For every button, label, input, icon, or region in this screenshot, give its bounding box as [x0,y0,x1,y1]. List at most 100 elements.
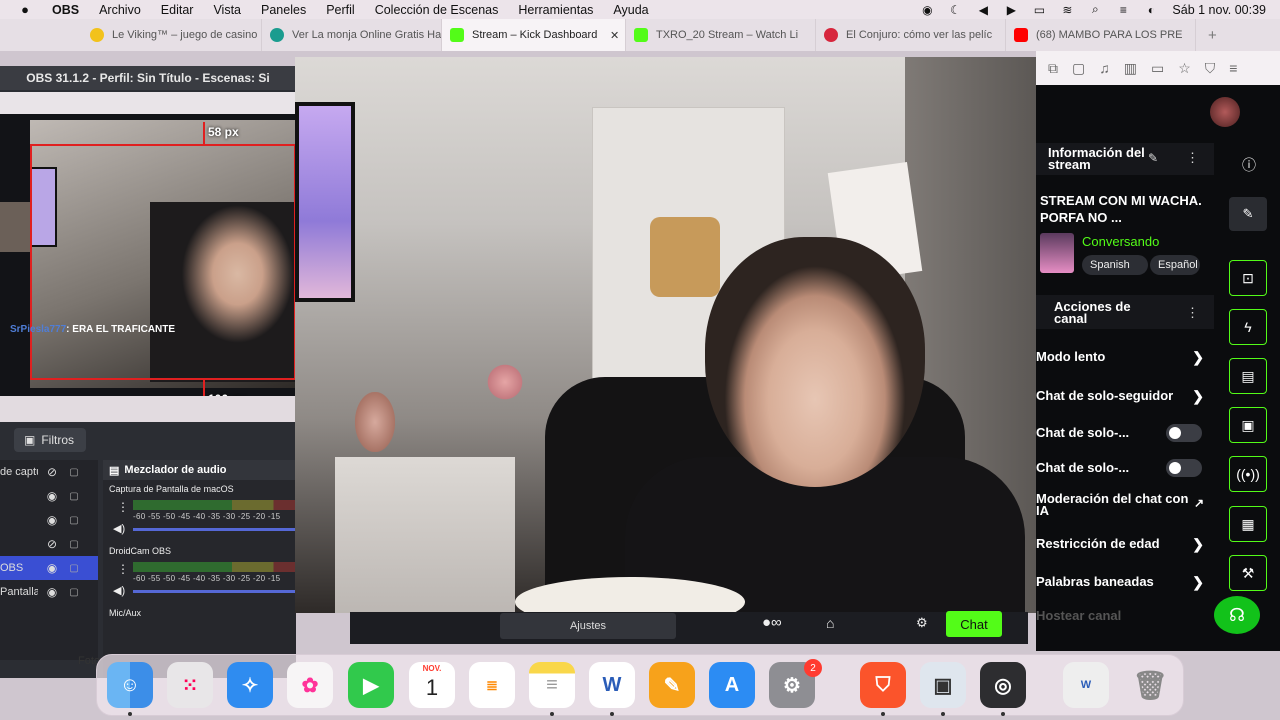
store-icon[interactable]: ⌂ [826,615,834,631]
info-icon[interactable]: ⓘ [1242,155,1256,175]
close-tab-icon[interactable]: ✕ [610,29,619,42]
tab-le-viking[interactable]: Le Viking™ – juego de casino [82,19,262,51]
action-followers-only[interactable]: Chat de solo-seguidor ❯ [1036,389,1206,403]
chat-button[interactable]: Chat [946,611,1002,637]
support-headset-button[interactable]: ☊ [1214,596,1260,634]
category-label[interactable]: Conversando [1082,234,1159,249]
gear-icon[interactable]: ⚙ [916,615,928,631]
safari-icon[interactable]: ✧ [227,662,273,708]
edit-rail-button[interactable]: ✎ [1229,197,1267,231]
filters-button[interactable]: ▣ Filtros [14,428,86,452]
menu-item-paneles[interactable]: Paneles [261,3,306,17]
source-selection-box[interactable] [30,144,296,380]
action-subscribers-only[interactable]: Chat de solo-... [1036,424,1206,442]
wallet-icon[interactable]: ▭ [1151,60,1164,77]
menu-item-herramientas[interactable]: Herramientas [518,3,593,17]
reminders-icon[interactable]: ≣ [469,662,515,708]
wifi-icon[interactable]: ≋ [1060,3,1074,17]
emote-infinity-icon[interactable]: ●∞ [762,614,782,631]
rail-chat-button[interactable]: ▣ [1229,407,1267,443]
brave-icon[interactable]: ⛉ [860,662,906,708]
notes-icon[interactable]: ≡ [529,662,575,708]
menu-app-name[interactable]: OBS [52,3,79,17]
music-icon[interactable]: ♫ [1099,60,1110,76]
moon-icon[interactable]: ☾ [948,3,962,17]
eye-icon[interactable]: ◉ [44,585,60,599]
action-emotes-only[interactable]: Chat de solo-... [1036,459,1206,477]
rail-tools-button[interactable]: ⚒ [1229,555,1267,591]
more-icon[interactable]: ⋮ [117,562,129,576]
source-row[interactable]: de captu ⊘ ▢ [0,460,98,484]
rail-broadcast-button[interactable]: ((•)) [1229,456,1267,492]
action-host-channel[interactable]: Hostear canal [1036,609,1206,622]
speaker-icon[interactable]: ◀) [113,522,125,535]
lock-icon[interactable]: ▢ [68,491,80,502]
obs-status-icon[interactable]: ◉ [920,3,934,17]
pencil-icon[interactable]: ✎ [1148,151,1158,165]
avatar[interactable] [1210,97,1240,127]
preview-app-icon[interactable]: ▣ [920,662,966,708]
control-center-icon[interactable]: ≡ [1116,3,1130,17]
bookmark-icon[interactable]: ☆ [1178,60,1191,77]
speaker-icon[interactable]: ◀) [113,584,125,597]
rail-capture-button[interactable]: ⊡ [1229,260,1267,296]
more-icon[interactable]: ⋮ [1186,150,1199,166]
source-row-selected[interactable]: OBS ◉ ▢ [0,556,98,580]
tab-mambo[interactable]: (68) MAMBO PARA LOS PRE [1006,19,1196,51]
source-row[interactable]: ⊘ ▢ [0,532,98,556]
finder-icon[interactable]: ☺ [107,662,153,708]
extension-icon[interactable]: ⧉ [1048,60,1058,77]
menu-item-perfil[interactable]: Perfil [326,3,354,17]
action-age-restriction[interactable]: Restricción de edad ❯ [1036,537,1206,551]
source-row[interactable]: ◉ ▢ [0,484,98,508]
new-tab-icon[interactable]: + [1208,27,1217,44]
lock-icon[interactable]: ▢ [68,539,80,550]
extensions-icon[interactable]: ▢ [1072,60,1085,77]
action-slow-mode[interactable]: Modo lento ❯ [1036,350,1206,364]
lock-icon[interactable]: ▢ [68,587,80,598]
menu-item-vista[interactable]: Vista [213,3,241,17]
more-icon[interactable]: ⋮ [1186,305,1199,321]
eye-icon[interactable]: ◉ [44,561,60,575]
lock-icon[interactable]: ▢ [68,563,80,574]
play-icon[interactable]: ▶ [1004,3,1018,17]
app-store-icon[interactable]: A [709,662,755,708]
tab-la-monja[interactable]: Ver La monja Online Gratis Ha [262,19,442,51]
settings-button[interactable]: Ajustes [500,613,676,639]
obs-preview[interactable]: 58 px 106 px SrPiesla777: ERA EL TRAFICA… [0,92,296,422]
eye-icon[interactable]: ◉ [44,489,60,503]
source-row[interactable]: Pantalla ◉ ▢ [0,580,98,604]
trash-icon[interactable]: 🗑 [1127,662,1173,708]
action-banned-words[interactable]: Palabras baneadas ❯ [1036,575,1206,589]
word-icon[interactable]: W [589,662,635,708]
rail-layout-button[interactable]: ▦ [1229,506,1267,542]
rail-flash-button[interactable]: ϟ [1229,309,1267,345]
user-icon[interactable]: ◐ [1144,3,1158,17]
volume-slider[interactable] [133,590,296,593]
launchpad-icon[interactable]: ⁙ [167,662,213,708]
menu-item-archivo[interactable]: Archivo [99,3,141,17]
volume-slider[interactable] [133,528,296,531]
eye-icon[interactable]: ◉ [44,513,60,527]
volume-icon[interactable]: ◀ [976,3,990,17]
menu-item-ayuda[interactable]: Ayuda [613,3,648,17]
battery-icon[interactable]: ▭ [1032,3,1046,17]
lock-icon[interactable]: ▢ [68,515,80,526]
eye-hidden-icon[interactable]: ⊘ [44,465,60,479]
apple-icon[interactable]: ● [16,2,34,17]
pages-icon[interactable]: ✎ [649,662,695,708]
tab-el-conjuro[interactable]: El Conjuro: cómo ver las pelíc [816,19,1006,51]
search-icon[interactable]: ⌕ [1088,2,1102,17]
rail-notes-button[interactable]: ▤ [1229,358,1267,394]
menu-item-escenas[interactable]: Colección de Escenas [375,3,499,17]
toggle-switch[interactable] [1166,424,1202,442]
photos-icon[interactable]: ✿ [287,662,333,708]
clock[interactable]: Sáb 1 nov. 00:39 [1172,3,1266,17]
shield-icon[interactable]: ⛉ [1205,60,1216,77]
obs-icon[interactable]: ◎ [980,662,1026,708]
tab-txro-stream[interactable]: TXRO_20 Stream – Watch Li [626,19,816,51]
action-ai-moderation[interactable]: Moderación del chat con IA ↗ [1036,492,1204,517]
stream-video[interactable] [295,57,1036,613]
eye-hidden-icon[interactable]: ⊘ [44,537,60,551]
sidebar-icon[interactable]: ▥ [1124,60,1137,77]
